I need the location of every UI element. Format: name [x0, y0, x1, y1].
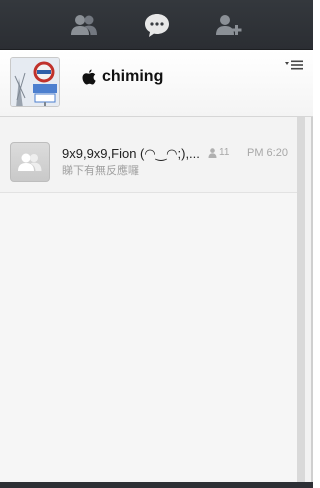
app-window: chiming 9x9,9x9,Fion (◠‿◠;),... 11 PM 6:…	[0, 0, 313, 488]
group-icon	[18, 153, 42, 171]
add-friend-icon	[216, 15, 242, 35]
profile-name-row: chiming	[82, 68, 163, 86]
top-toolbar	[0, 0, 313, 50]
profile-avatar[interactable]	[10, 57, 60, 107]
friends-tab[interactable]	[67, 10, 101, 40]
person-icon	[208, 147, 217, 158]
chats-tab[interactable]	[140, 10, 174, 40]
friends-icon	[71, 15, 97, 35]
profile-header: chiming	[0, 50, 313, 117]
add-friend-tab[interactable]	[212, 10, 246, 40]
apple-icon	[82, 69, 96, 85]
chat-list[interactable]: 9x9,9x9,Fion (◠‿◠;),... 11 PM 6:20 睇下有無反…	[0, 117, 297, 483]
chat-title: 9x9,9x9,Fion (◠‿◠;),...	[62, 146, 200, 161]
chat-bubble-icon	[145, 14, 169, 37]
member-count-value: 11	[219, 147, 230, 158]
bottom-bar	[0, 482, 313, 488]
chat-preview: 睇下有無反應囉	[62, 165, 139, 177]
chat-timestamp: PM 6:20	[247, 147, 288, 159]
member-count: 11	[208, 147, 229, 158]
profile-name: chiming	[102, 68, 164, 85]
chat-list-item[interactable]: 9x9,9x9,Fion (◠‿◠;),... 11 PM 6:20 睇下有無反…	[0, 117, 297, 193]
profile-photo	[11, 58, 59, 106]
menu-dropdown-icon[interactable]	[285, 60, 303, 70]
scrollbar[interactable]	[297, 117, 305, 483]
group-avatar	[10, 142, 50, 182]
